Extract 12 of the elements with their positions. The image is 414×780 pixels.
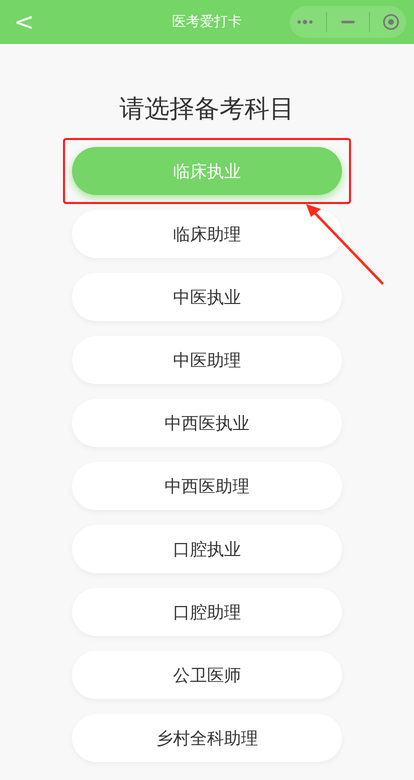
subject-option[interactable]: 中西医执业: [72, 399, 342, 447]
close-icon[interactable]: [380, 12, 401, 32]
subject-option[interactable]: 中医助理: [72, 336, 342, 384]
subject-option[interactable]: 乡村全科助理: [72, 714, 342, 762]
heading: 请选择备考科目: [118, 93, 296, 125]
subject-option[interactable]: 临床助理: [72, 210, 342, 258]
subject-option[interactable]: 口腔执业: [72, 525, 342, 573]
window-title: 医考爱打卡: [172, 13, 242, 31]
subject-option[interactable]: 中医执业: [72, 273, 342, 321]
subject-option[interactable]: 中西医助理: [72, 462, 342, 510]
subject-option[interactable]: 公卫医师: [72, 651, 342, 699]
subject-option[interactable]: 口腔助理: [72, 588, 342, 636]
